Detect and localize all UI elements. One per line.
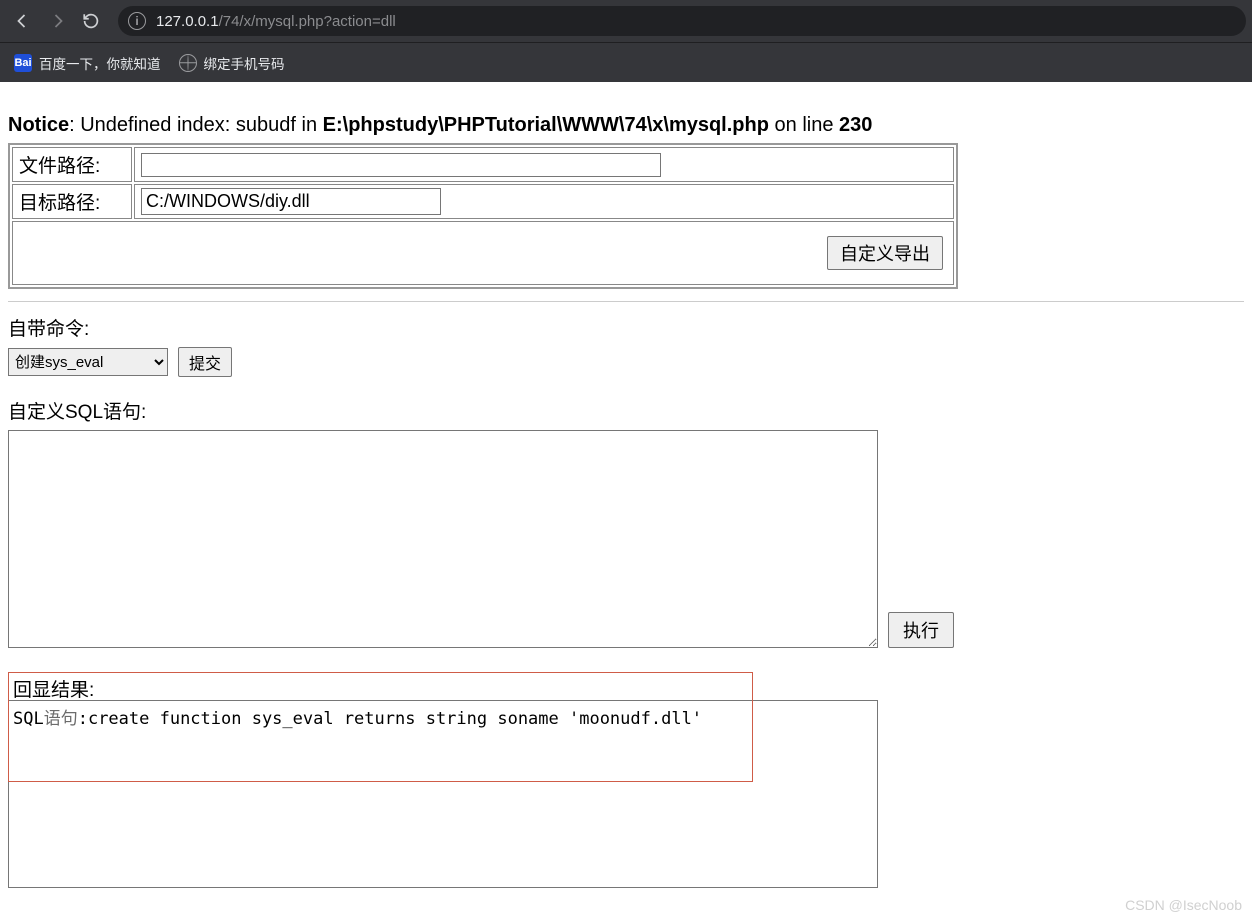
submit-button[interactable]: 提交 [178,347,232,377]
reload-button[interactable] [74,4,108,38]
sql-textarea[interactable] [8,430,878,648]
custom-export-button[interactable]: 自定义导出 [827,236,943,270]
builtin-cmd-label: 自带命令: [8,314,1244,341]
file-path-label: 文件路径: [12,147,132,182]
target-path-label: 目标路径: [12,184,132,219]
browser-chrome: i 127.0.0.1/74/x/mysql.php?action=dll Ba… [0,0,1252,82]
bookmark-baidu[interactable]: Bai 百度一下，你就知道 [14,53,161,73]
file-path-input[interactable] [141,153,661,177]
custom-sql-label: 自定义SQL语句: [8,397,1244,424]
back-button[interactable] [6,4,40,38]
divider [8,301,1244,302]
baidu-icon: Bai [14,54,32,72]
result-title: 回显结果: [13,675,748,702]
address-bar[interactable]: i 127.0.0.1/74/x/mysql.php?action=dll [118,6,1246,36]
export-form-table: 文件路径: 目标路径: 自定义导出 [8,143,958,289]
table-row: 文件路径: [12,147,954,182]
page-content: Notice: Undefined index: subudf in E:\ph… [0,82,1252,790]
execute-button[interactable]: 执行 [888,612,954,648]
url-host: 127.0.0.1 [156,13,219,30]
table-row: 目标路径: [12,184,954,219]
sql-row: 执行 [8,430,1244,648]
result-sql-line: SQL语句:create function sys_eval returns s… [13,704,748,729]
target-path-input[interactable] [141,188,441,215]
url-path: /74/x/mysql.php?action=dll [219,13,396,30]
result-section: 回显结果: SQL语句:create function sys_eval ret… [8,672,1244,782]
result-red-box: 回显结果: SQL语句:create function sys_eval ret… [8,672,753,782]
nav-bar: i 127.0.0.1/74/x/mysql.php?action=dll [0,0,1252,42]
bookmark-label: 百度一下，你就知道 [39,53,161,73]
site-info-icon[interactable]: i [128,12,146,30]
bookmark-label: 绑定手机号码 [204,53,285,73]
builtin-cmd-row: 创建sys_eval 提交 [8,347,1244,377]
globe-icon [179,54,197,72]
table-row: 自定义导出 [12,221,954,285]
php-notice: Notice: Undefined index: subudf in E:\ph… [8,114,1244,137]
forward-button[interactable] [40,4,74,38]
bookmark-bind-phone[interactable]: 绑定手机号码 [179,53,285,73]
builtin-cmd-select[interactable]: 创建sys_eval [8,348,168,376]
watermark: CSDN @IsecNoob [1125,897,1242,913]
bookmarks-bar: Bai 百度一下，你就知道 绑定手机号码 [0,42,1252,82]
